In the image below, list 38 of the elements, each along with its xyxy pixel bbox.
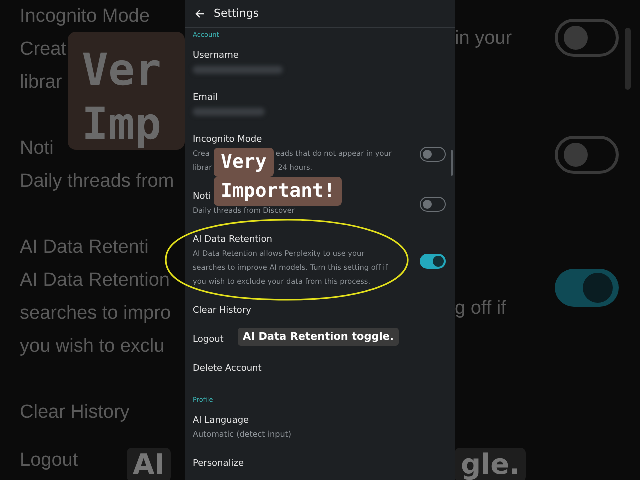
backdrop-text: you wish to exclu xyxy=(20,335,165,359)
setting-label[interactable]: Logout xyxy=(193,333,224,347)
backdrop-text: in your xyxy=(455,26,512,50)
setting-value: Automatic (detect input) xyxy=(193,429,292,441)
backdrop-text: g off if xyxy=(455,297,506,321)
caption-overlay: Important! xyxy=(214,177,342,206)
setting-label: AI Language xyxy=(193,415,250,428)
backdrop-text: Daily threads from xyxy=(20,170,174,194)
setting-label[interactable]: Clear History xyxy=(193,304,252,318)
setting-label[interactable]: Personalize xyxy=(193,457,244,471)
backdrop-text: Clear History xyxy=(20,401,130,425)
subtitle-caption: AI Data Retention toggle. xyxy=(238,328,400,346)
screen-title: Settings xyxy=(214,7,260,20)
caption-overlay: Very xyxy=(214,148,274,177)
setting-label: Username xyxy=(193,50,239,63)
backdrop-text: Noti xyxy=(20,137,54,161)
backdrop-caption: gle. xyxy=(455,448,526,480)
backdrop-text: Incognito Mode xyxy=(20,5,150,29)
backdrop-text: Logout xyxy=(20,449,78,473)
back-arrow-icon[interactable] xyxy=(195,8,205,18)
backdrop-text: searches to impro xyxy=(20,302,172,326)
blurred-value xyxy=(193,108,265,116)
backdrop-text: librar xyxy=(20,71,62,95)
backdrop-text: AI Data Retenti xyxy=(20,236,149,260)
toggle-switch[interactable] xyxy=(420,146,446,162)
setting-label: Email xyxy=(193,92,218,105)
setting-label[interactable]: Delete Account xyxy=(193,362,262,376)
setting-label: AI Data Retention xyxy=(193,234,272,247)
backdrop-scrollbar xyxy=(625,28,631,90)
setting-label: Incognito Mode xyxy=(193,134,262,147)
scrollbar xyxy=(451,150,453,176)
backdrop-text: Creat xyxy=(20,38,66,62)
backdrop-text: AI Data Retention xyxy=(20,269,170,293)
toggle-switch[interactable] xyxy=(420,254,446,268)
toggle-switch[interactable] xyxy=(420,196,446,212)
setting-label: Noti xyxy=(193,191,212,204)
backdrop-caption: AI xyxy=(127,448,172,480)
backdrop-caption: Ver Imp xyxy=(68,32,185,150)
